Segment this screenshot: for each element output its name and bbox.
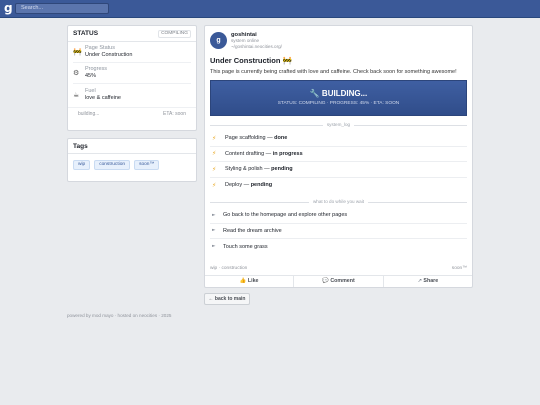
site-logo[interactable]: g — [4, 2, 14, 15]
gear-icon: ⚙ — [73, 69, 80, 77]
triangle-right-icon: ► — [212, 212, 216, 218]
comment-label: Comment — [330, 278, 355, 284]
top-navigation-bar: g Search... — [0, 0, 540, 18]
todo-divider: what to do while you wait — [210, 199, 467, 205]
triangle-right-icon: ► — [212, 244, 216, 250]
tag-soon[interactable]: soon™ — [134, 160, 160, 170]
speech-bubble-icon: 💬 — [322, 278, 329, 284]
like-label: Like — [247, 278, 259, 284]
system-log-divider: system_log — [210, 122, 467, 128]
stat-value: 45% — [85, 73, 97, 79]
share-button[interactable]: ↗ Share — [384, 276, 472, 287]
todo-item[interactable]: ► Go back to the homepage and explore ot… — [210, 208, 467, 224]
tags-card-title: Tags — [73, 142, 88, 150]
log-item: ⚡ Deploy — pending — [210, 178, 467, 194]
post-tags[interactable]: wip · construction — [210, 266, 247, 271]
todo-text: Touch some grass — [223, 243, 268, 250]
stat-value: love & caffeine — [85, 94, 121, 101]
back-to-main-button[interactable]: ← back to main — [204, 293, 250, 305]
coffee-icon: ☕ — [73, 90, 80, 99]
log-item: ⚡ Styling & polish — pending — [210, 162, 467, 178]
todo-text: Read the dream archive — [223, 227, 282, 234]
divider-label: what to do while you wait — [308, 199, 369, 204]
tag-construction[interactable]: construction — [94, 160, 131, 170]
stat-label: Page Status — [85, 45, 115, 51]
thumbs-up-icon: 👍 — [239, 278, 247, 284]
building-banner: 🔧 BUILDING... STATUS: COMPILING · PROGRE… — [210, 80, 467, 116]
post-meta-right: soon™ — [451, 266, 467, 271]
like-button[interactable]: 👍 Like — [205, 276, 295, 287]
todo-item[interactable]: ► Read the dream archive — [210, 224, 467, 239]
log-item: ⚡ Page scaffolding — done — [210, 131, 467, 147]
log-task: Deploy — — [225, 182, 250, 189]
post-url: ~/goshintai.neocities.org/ — [231, 43, 282, 49]
post-title: Under Construction 🚧 — [210, 56, 292, 65]
stat-label: Progress — [85, 66, 108, 72]
tag-wip[interactable]: wip — [73, 160, 91, 170]
todo-text: Go back to the homepage and explore othe… — [223, 212, 348, 219]
tags-card-header: Tags — [68, 139, 196, 154]
post-actions: 👍 Like 💬 Comment ↗ Share — [205, 275, 472, 287]
log-status: pending — [271, 166, 293, 173]
post-body: This page is currently being crafted wit… — [210, 69, 457, 75]
todo-item[interactable]: ► Touch some grass — [210, 239, 467, 255]
search-input[interactable]: Search... — [15, 3, 109, 14]
page-footer: powered by mod mayo · hosted on neocitie… — [67, 313, 172, 318]
lightning-icon: ⚡ — [212, 165, 217, 173]
lightning-icon: ⚡ — [212, 134, 217, 142]
tags-card: Tags wip construction soon™ — [67, 138, 197, 182]
tag-list: wip construction soon™ — [68, 154, 196, 176]
status-footer-left: building... — [78, 111, 100, 117]
post-meta-row: wip · construction soon™ — [210, 266, 467, 271]
log-status: pending — [250, 182, 273, 189]
comment-button[interactable]: 💬 Comment — [294, 276, 384, 287]
banner-title: 🔧 BUILDING... — [309, 89, 368, 98]
stat-row-fuel: ☕ Fuel love & caffeine — [73, 84, 191, 105]
log-task: Content drafting — — [225, 150, 272, 157]
log-task: Page scaffolding — — [225, 135, 273, 142]
log-status: done — [274, 135, 288, 142]
avatar[interactable]: g — [210, 32, 227, 49]
triangle-right-icon: ► — [212, 228, 216, 234]
status-badge: COMPILING — [158, 29, 191, 38]
status-card-footer: building... ETA: soon — [68, 107, 196, 120]
share-label: Share — [423, 278, 439, 284]
todo-list: ► Go back to the homepage and explore ot… — [210, 208, 467, 255]
log-status: in progress — [272, 150, 303, 157]
status-card-header: STATUS COMPILING — [68, 26, 196, 42]
stat-label: Fuel — [85, 87, 96, 94]
status-footer-eta: ETA: soon — [163, 111, 186, 117]
stat-value: Under Construction — [85, 52, 133, 58]
status-card: STATUS COMPILING 🚧 Page Status Under Con… — [67, 25, 197, 131]
stat-row-progress: ⚙ Progress 45% — [73, 63, 191, 84]
divider-label: system_log — [322, 122, 355, 127]
status-card-title: STATUS — [73, 30, 99, 37]
log-item: ⚡ Content drafting — in progress — [210, 147, 467, 162]
share-arrow-icon: ↗ — [417, 278, 422, 284]
post-card: g goshintai system online ~/goshintai.ne… — [204, 25, 473, 288]
lightning-icon: ⚡ — [212, 150, 217, 158]
post-header: g goshintai system online ~/goshintai.ne… — [205, 26, 472, 50]
system-log-list: ⚡ Page scaffolding — done ⚡ Content draf… — [210, 131, 467, 193]
log-task: Styling & polish — — [225, 166, 270, 173]
stat-row-page-status: 🚧 Page Status Under Construction — [73, 42, 191, 63]
lightning-icon: ⚡ — [212, 181, 217, 189]
construction-icon: 🚧 — [73, 48, 82, 56]
banner-subtitle: STATUS: COMPILING · PROGRESS: 45% · ETA:… — [277, 101, 400, 106]
